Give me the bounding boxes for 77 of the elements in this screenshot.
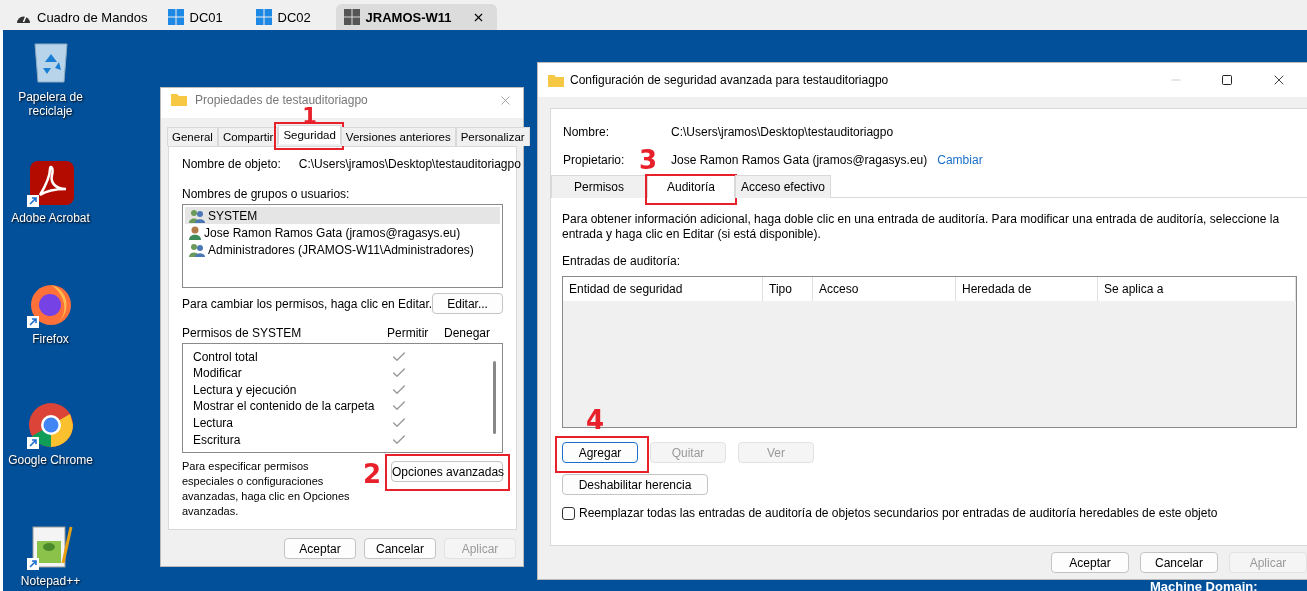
column-header[interactable]: Entidad de seguridad	[563, 277, 763, 301]
users-group-icon	[189, 242, 205, 257]
desktop-icon-label[interactable]: Google Chrome	[5, 453, 96, 467]
chrome-icon	[27, 402, 74, 448]
field-label: Nombre de objeto:	[182, 157, 281, 171]
dialog-button[interactable]: Cancelar	[364, 538, 436, 559]
tab[interactable]: Compartir	[217, 127, 279, 146]
window-title: Propiedades de testauditoriagpo	[195, 93, 368, 107]
user-name: SYSTEM	[208, 208, 258, 223]
column-header[interactable]: Tipo	[763, 277, 813, 301]
column-header[interactable]: Heredada de	[956, 277, 1098, 301]
user-icon	[189, 225, 201, 240]
hint-text: Para cambiar los permisos, haga clic en Editar.	[182, 296, 433, 311]
machine-domain-label: Machine Domain:	[1150, 579, 1258, 591]
disable-inheritance-button[interactable]: Deshabilitar herencia	[562, 474, 708, 495]
action-button[interactable]: Agregar	[562, 442, 638, 463]
connection-tab[interactable]: Cuadro de Mandos	[8, 4, 160, 30]
tab[interactable]: Auditoría	[647, 175, 735, 198]
edit-button[interactable]: Editar...	[432, 293, 503, 315]
permission-name: Mostrar el contenido de la carpeta	[193, 399, 376, 414]
windows-logo-icon	[343, 9, 360, 25]
hint-text: Para especificar permisos especiales o configuraciones avanzadas, haga clic en Opciones avanzadas.	[182, 459, 351, 519]
column-header: Denegar	[444, 326, 491, 341]
column-header[interactable]: Se aplica a	[1098, 277, 1296, 301]
section-label: Permisos de SYSTEM	[182, 326, 303, 341]
users-group-icon	[189, 208, 205, 223]
tab[interactable]: Permisos	[551, 175, 647, 198]
tab[interactable]: Versiones anteriores	[340, 127, 456, 146]
maximize-icon[interactable]	[1221, 74, 1233, 86]
tab[interactable]: Seguridad	[278, 125, 341, 144]
tab[interactable]: General	[167, 127, 218, 146]
column-header[interactable]: Acceso	[813, 277, 956, 301]
description-text: Para obtener información adicional, haga doble clic en una entrada de auditoría. Para modificar una entrada de auditoría, seleccione la entrada y haga clic en Editar (si está disponible).	[562, 212, 1281, 242]
connection-tab[interactable]: JRAMOS-W11	[335, 4, 497, 30]
connection-tab[interactable]: DC01	[159, 4, 248, 30]
field-label: Propietario:	[563, 153, 626, 167]
user-name: Administradores (JRAMOS-W11\Administradores)	[208, 242, 474, 257]
tab[interactable]: Acceso efectivo	[735, 175, 831, 198]
windows-logo-icon	[255, 9, 272, 25]
window-title: Configuración de seguridad avanzada para testauditoriagpo	[570, 73, 889, 87]
desktop-icon-label[interactable]: Notepad++	[5, 574, 96, 588]
folder-icon	[548, 73, 564, 87]
column-header: Permitir	[387, 326, 430, 341]
permission-name: Lectura y ejecución	[193, 382, 298, 397]
permission-name: Modificar	[193, 366, 243, 381]
section-label: Entradas de auditoría:	[562, 254, 682, 268]
windows-logo-icon	[167, 9, 184, 25]
desktop-icon-label[interactable]: Adobe Acrobat	[5, 211, 96, 225]
permission-name: Control total	[193, 349, 259, 364]
user-list-item[interactable]: Jose Ramon Ramos Gata (jramos@ragasys.eu)	[185, 224, 500, 241]
callout-number: 2	[363, 461, 382, 487]
scrollbar-thumb[interactable]	[493, 361, 496, 435]
acrobat-icon	[27, 161, 74, 205]
user-list-item[interactable]: Administradores (JRAMOS-W11\Administradores)	[185, 241, 500, 258]
desktop-icon-label[interactable]: Papelera de reciclaje	[5, 90, 96, 118]
change-link[interactable]: Cambiar	[937, 153, 983, 167]
checkbox-label: Reemplazar todas las entradas de auditoría de objetos secundarios por entradas de auditoría heredables de este objeto	[579, 506, 1218, 520]
section-label: Nombres de grupos o usuarios:	[182, 187, 351, 201]
object-path: C:\Users\jramos\Desktop\testauditoriagpo	[298, 157, 521, 171]
checkbox[interactable]	[562, 506, 575, 520]
desktop-icon-label[interactable]: Firefox	[5, 332, 96, 346]
object-path: C:\Users\jramos\Desktop\testauditoriagpo	[671, 125, 894, 139]
tab[interactable]: Personalizar	[455, 127, 530, 146]
owner-name: Jose Ramon Ramos Gata (jramos@ragasys.eu)	[671, 153, 928, 167]
permission-name: Escritura	[193, 432, 242, 447]
field-label: Nombre:	[563, 125, 610, 139]
callout-number: 4	[586, 407, 605, 433]
connection-tab[interactable]: DC02	[247, 4, 336, 30]
user-name: Jose Ramon Ramos Gata (jramos@ragasys.eu)	[204, 225, 461, 240]
dialog-button[interactable]: Cancelar	[1140, 552, 1218, 573]
folder-icon	[171, 93, 187, 106]
user-list-item[interactable]: SYSTEM	[185, 207, 500, 224]
permission-name: Lectura	[193, 416, 235, 431]
advanced-options-button[interactable]: Opciones avanzadas	[391, 461, 503, 482]
dialog-button[interactable]: Aceptar	[284, 538, 356, 559]
dialog-button[interactable]: Aceptar	[1051, 552, 1129, 573]
callout-number: 3	[639, 147, 658, 173]
